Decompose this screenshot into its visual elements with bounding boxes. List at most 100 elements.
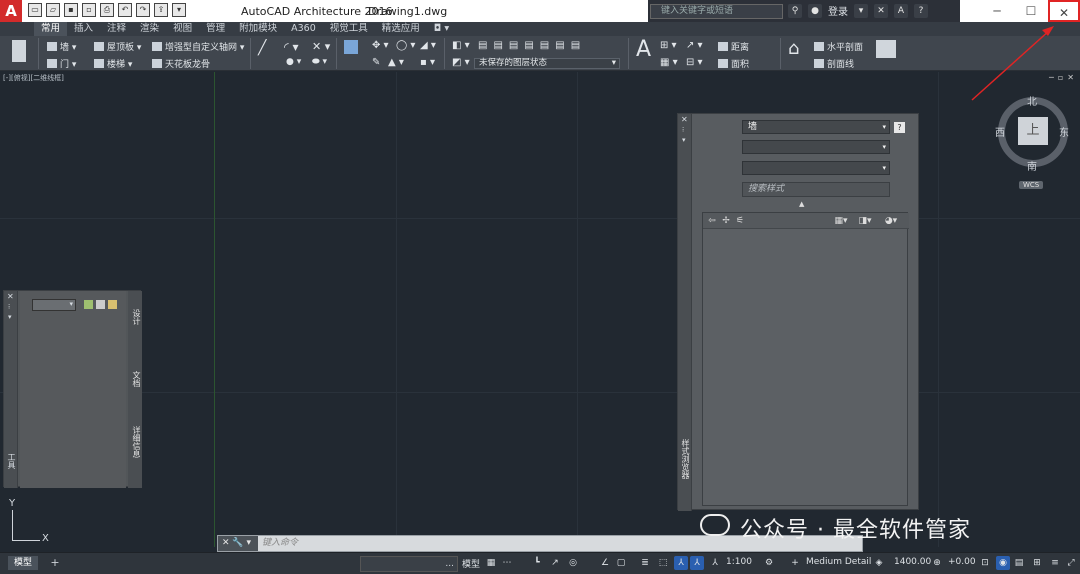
search-input[interactable]: 键入关键字或短语	[650, 4, 783, 19]
elevation-value[interactable]: 1400.00	[894, 557, 931, 567]
roof-slab-button[interactable]: 屋顶板 ▾	[94, 40, 141, 53]
move-icon[interactable]: ✥ ▾	[372, 40, 389, 51]
offset-icon[interactable]: ⊕	[930, 556, 944, 570]
restore-viewport-icon[interactable]: ▫	[1058, 73, 1063, 82]
dimension-icon[interactable]: ⊞ ▾	[660, 40, 677, 51]
tab-document[interactable]: 文档	[128, 371, 142, 387]
circle-icon[interactable]: ● ▾	[286, 57, 301, 67]
exchange-icon[interactable]: ✕	[874, 3, 888, 18]
tab-featured-apps[interactable]: 精选应用	[375, 22, 427, 36]
area-button[interactable]: 面积	[718, 57, 749, 70]
autocad-logo-icon[interactable]: A	[0, 0, 22, 22]
layer-state-dropdown[interactable]: 未保存的图层状态 ▾	[474, 58, 620, 69]
isolate-objects-icon[interactable]: ◉	[996, 556, 1010, 570]
stair-button[interactable]: 楼梯 ▾	[94, 57, 132, 70]
tab-design[interactable]: 设计	[128, 309, 142, 325]
close-palette-icon[interactable]: ✕	[7, 292, 14, 301]
save-icon[interactable]: ▪	[64, 3, 78, 17]
command-input[interactable]: 键入命令	[262, 536, 298, 551]
markup-icon[interactable]: ⊟ ▾	[686, 57, 703, 68]
palette-properties-icon[interactable]: ▾	[682, 136, 686, 144]
polar-icon[interactable]: ↗	[548, 556, 562, 570]
coordinate-field[interactable]: ...	[360, 556, 458, 572]
layer-state-icon[interactable]: ◩ ▾	[452, 57, 470, 68]
help-icon[interactable]: ?	[894, 122, 905, 133]
collapse-icon[interactable]: ▲	[799, 200, 804, 208]
palette-properties-icon[interactable]: ▾	[8, 313, 12, 321]
workspace-icon[interactable]: ▾	[172, 3, 186, 17]
grid-icon[interactable]: ▦	[484, 556, 498, 570]
viewcube-top-face[interactable]: 上	[1018, 117, 1048, 145]
tool-icon[interactable]	[84, 300, 93, 309]
gear-icon[interactable]: ⚙	[762, 556, 776, 570]
compass-west[interactable]: 西	[995, 124, 1005, 139]
login-link[interactable]: 登录	[828, 3, 848, 18]
help-icon[interactable]: ?	[914, 3, 928, 18]
compass-south[interactable]: 南	[1027, 158, 1037, 173]
drawing-filter-dropdown[interactable]: ▾	[742, 161, 890, 175]
minimize-button[interactable]: ─	[980, 0, 1014, 22]
isodraft-icon[interactable]: ∠	[598, 556, 612, 570]
plus-icon[interactable]: +	[788, 556, 802, 570]
elevation-icon[interactable]: ◈	[872, 556, 886, 570]
model-space-toggle[interactable]: 模型	[462, 557, 480, 570]
back-icon[interactable]: ⇦	[707, 216, 717, 226]
section-line-button[interactable]: 剖面线	[814, 57, 854, 70]
distance-button[interactable]: 距离	[718, 40, 749, 53]
osnap-icon[interactable]: ◎	[566, 556, 580, 570]
leader-icon[interactable]: ↗ ▾	[686, 40, 703, 51]
add-layout-icon[interactable]: +	[48, 556, 62, 570]
close-command-line-icon[interactable]: ✕	[222, 538, 230, 548]
text-button[interactable]: A	[636, 37, 651, 62]
fillet-icon[interactable]: ◢ ▾	[420, 40, 436, 51]
binoculars-icon[interactable]: ⚲	[788, 3, 802, 18]
close-button[interactable]: ✕	[1048, 0, 1080, 22]
ceiling-grid-button[interactable]: 天花板龙骨	[152, 57, 210, 70]
close-viewport-icon[interactable]: ✕	[1067, 73, 1074, 82]
tab-visual-tools[interactable]: 视觉工具	[323, 22, 375, 36]
ribbon-toggle-icon[interactable]: ◘ ▾	[427, 22, 456, 36]
horizontal-section-button[interactable]: 水平剖面	[814, 40, 863, 53]
tab-annotate[interactable]: 注释	[100, 22, 133, 36]
redo-icon[interactable]: ↷	[136, 3, 150, 17]
layer-tools-icon[interactable]: ▤▤▤▤▤▤▤	[478, 40, 586, 51]
user-icon[interactable]: ●	[808, 3, 822, 18]
print-icon[interactable]: ⎙	[100, 3, 114, 17]
import-icon[interactable]: ⚟	[735, 216, 745, 226]
tab-manage[interactable]: 管理	[199, 22, 232, 36]
door-button[interactable]: 门 ▾	[47, 57, 76, 70]
display-icon[interactable]: ◨▾	[855, 216, 875, 226]
color-wheel-icon[interactable]: ◕▾	[881, 216, 901, 226]
tool-palettes-icon[interactable]	[12, 40, 26, 62]
style-filter-dropdown[interactable]: ▾	[742, 140, 890, 154]
rotate-icon[interactable]: ◯ ▾	[396, 40, 415, 51]
palette-title-strip[interactable]: ✕ ⁝ ▾ 样式浏览器	[678, 114, 692, 511]
tab-view[interactable]: 视图	[166, 22, 199, 36]
pointer-icon[interactable]	[96, 300, 105, 309]
layer-properties-icon[interactable]: ◧ ▾	[452, 40, 470, 51]
compass-east[interactable]: 东	[1059, 124, 1069, 139]
line-icon[interactable]: ╱	[258, 40, 266, 56]
view-manager-icon[interactable]	[876, 40, 896, 58]
arc-icon[interactable]: ◜ ▾	[284, 40, 298, 54]
undo-icon[interactable]: ↶	[118, 3, 132, 17]
maximize-button[interactable]: ☐	[1014, 0, 1048, 22]
annotation-icon[interactable]: ≣	[638, 556, 652, 570]
snap-icon[interactable]: ⋯	[500, 556, 514, 570]
ellipse-icon[interactable]: ⬬ ▾	[312, 57, 327, 67]
pencil-icon[interactable]: ✎	[372, 57, 380, 68]
tab-a360[interactable]: A360	[284, 22, 323, 36]
object-type-dropdown[interactable]: 墙 ▾	[742, 120, 890, 134]
settings-icon[interactable]	[108, 300, 117, 309]
tab-model[interactable]: 模型	[8, 556, 39, 570]
table-icon[interactable]: ▦ ▾	[660, 57, 678, 68]
forward-icon[interactable]: ✢	[721, 216, 731, 226]
tab-addins[interactable]: 附加模块	[232, 22, 284, 36]
ortho-icon[interactable]: ┗	[530, 556, 544, 570]
palette-grip-icon[interactable]: ⁝	[8, 303, 10, 311]
recent-commands-icon[interactable]: ▾	[247, 538, 252, 548]
save-as-icon[interactable]: ▫	[82, 3, 96, 17]
tab-details[interactable]: 详细信息	[128, 426, 142, 458]
select-icon[interactable]	[344, 40, 358, 54]
customize-icon[interactable]: 🔧	[232, 538, 243, 548]
